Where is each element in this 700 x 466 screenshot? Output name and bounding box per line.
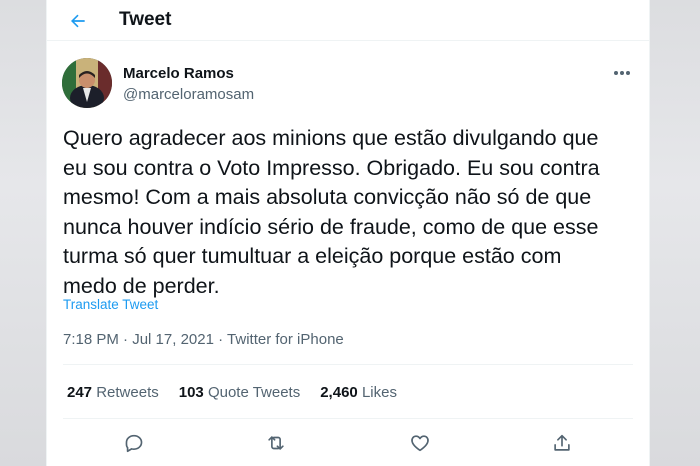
tweet-card: Tweet Marcelo Ramos @marceloramosam Quer… [46, 0, 650, 466]
reply-button[interactable] [117, 428, 151, 458]
tweet-text: Quero agradecer aos minions que estão di… [63, 126, 600, 298]
meta-separator: · [218, 331, 224, 348]
share-button[interactable] [545, 428, 579, 458]
avatar[interactable] [62, 58, 112, 108]
reply-icon [125, 434, 143, 453]
meta-separator: · [123, 331, 129, 348]
divider [63, 364, 633, 365]
divider [63, 418, 633, 419]
page-title: Tweet [119, 9, 172, 30]
like-button[interactable] [403, 428, 437, 458]
page-header: Tweet [47, 0, 649, 41]
more-horizontal-icon [614, 71, 630, 75]
arrow-left-icon [71, 14, 85, 28]
quote-tweets-count: 103 [178, 384, 204, 401]
more-options-button[interactable] [607, 62, 637, 84]
tweet-time[interactable]: 7:18 PM [63, 331, 119, 348]
back-button[interactable] [63, 6, 93, 36]
retweet-button[interactable] [259, 428, 293, 458]
likes-label: Likes [361, 384, 397, 401]
background-left [0, 0, 46, 466]
retweet-icon [268, 436, 284, 450]
tweet-source[interactable]: Twitter for iPhone [227, 331, 344, 348]
retweets-count: 247 [67, 384, 93, 401]
likes-count: 2,460 [320, 384, 358, 401]
tweet-meta: 7:18 PM · Jul 17, 2021 · Twitter for iPh… [63, 331, 344, 348]
share-icon [554, 434, 570, 451]
background-right [648, 0, 700, 466]
likes-stat[interactable]: 2,460 Likes [320, 384, 397, 401]
quote-tweets-stat[interactable]: 103 Quote Tweets [179, 384, 300, 401]
tweet-stats: 247 Retweets 103 Quote Tweets 2,460 Like… [67, 384, 397, 401]
quote-tweets-label: Quote Tweets [207, 384, 301, 401]
avatar-image [62, 58, 112, 108]
author-handle[interactable]: @marceloramosam [123, 86, 254, 103]
heart-icon [411, 435, 429, 452]
retweets-stat[interactable]: 247 Retweets [67, 384, 159, 401]
retweets-label: Retweets [96, 384, 159, 401]
action-bar [47, 428, 649, 462]
translate-tweet-link[interactable]: Translate Tweet [63, 297, 158, 312]
author-name[interactable]: Marcelo Ramos [123, 65, 234, 82]
tweet-date[interactable]: Jul 17, 2021 [132, 331, 214, 348]
